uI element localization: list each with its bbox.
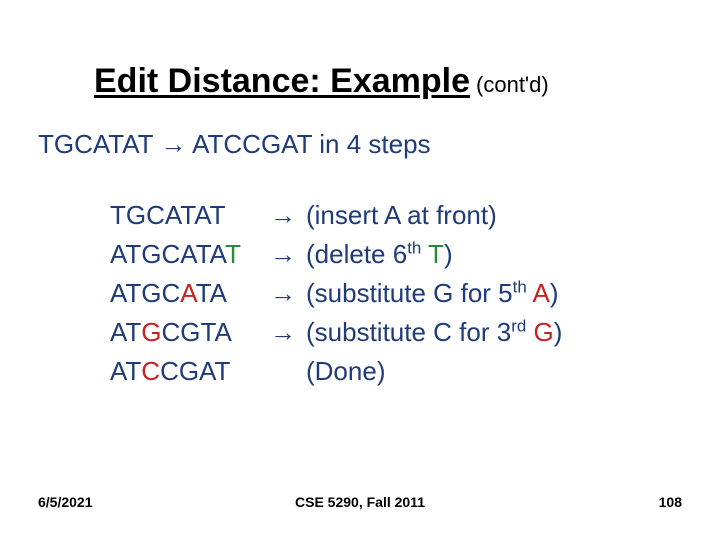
intro-tail: in 4 steps bbox=[319, 129, 430, 159]
desc-run: ) bbox=[554, 317, 563, 347]
arrow-icon: → bbox=[270, 313, 306, 352]
desc-run: (insert A at front) bbox=[306, 200, 497, 230]
arrow-icon bbox=[270, 352, 306, 391]
arrow-icon: → bbox=[270, 196, 306, 235]
step-row: ATGCGTA→(substitute C for 3rd G) bbox=[110, 313, 682, 352]
slide-title: Edit Distance: Example bbox=[94, 62, 470, 101]
desc-run: T bbox=[428, 239, 444, 269]
slide: Edit Distance: Example (cont'd) TGCATAT … bbox=[0, 0, 720, 540]
desc-run: ) bbox=[550, 278, 559, 308]
step-row: ATGCATAT→(delete 6th T) bbox=[110, 235, 682, 274]
slide-title-row: Edit Distance: Example (cont'd) bbox=[94, 62, 682, 101]
steps-list: TGCATAT→(insert A at front)ATGCATAT→(del… bbox=[110, 196, 682, 391]
step-description: (insert A at front) bbox=[306, 196, 682, 235]
desc-run: (Done) bbox=[306, 356, 385, 386]
slide-title-cont: (cont'd) bbox=[476, 72, 549, 98]
arrow-icon: → bbox=[270, 274, 306, 313]
step-description: (substitute C for 3rd G) bbox=[306, 313, 682, 352]
step-sequence: TGCATAT bbox=[110, 196, 270, 235]
seq-run: TA bbox=[196, 278, 227, 308]
step-sequence: ATCCGAT bbox=[110, 352, 270, 391]
seq-run: G bbox=[141, 317, 161, 347]
desc-run: th bbox=[407, 238, 421, 257]
intro-from: TGCATAT bbox=[38, 129, 153, 159]
step-description: (substitute G for 5th A) bbox=[306, 274, 682, 313]
intro-to: ATCCGAT bbox=[192, 129, 312, 159]
footer-course: CSE 5290, Fall 2011 bbox=[295, 494, 425, 510]
step-row: ATCCGAT (Done) bbox=[110, 352, 682, 391]
seq-run: AT bbox=[110, 356, 141, 386]
footer-date: 6/5/2021 bbox=[38, 494, 93, 510]
desc-run: (delete 6 bbox=[306, 239, 407, 269]
step-sequence: ATGCATAT bbox=[110, 235, 270, 274]
step-description: (delete 6th T) bbox=[306, 235, 682, 274]
seq-run: A bbox=[180, 278, 195, 308]
desc-run: rd bbox=[511, 316, 526, 335]
desc-run: A bbox=[533, 278, 550, 308]
step-sequence: ATGCATA bbox=[110, 274, 270, 313]
desc-run: (substitute G for 5 bbox=[306, 278, 513, 308]
seq-run: CGTA bbox=[162, 317, 232, 347]
desc-run: (substitute C for 3 bbox=[306, 317, 511, 347]
step-sequence: ATGCGTA bbox=[110, 313, 270, 352]
desc-run: ) bbox=[444, 239, 453, 269]
seq-run: ATGC bbox=[110, 278, 180, 308]
seq-run: C bbox=[141, 356, 160, 386]
footer-page: 108 bbox=[659, 494, 682, 510]
step-description: (Done) bbox=[306, 352, 682, 391]
seq-run: CGAT bbox=[160, 356, 230, 386]
seq-run: ATGCATA bbox=[110, 239, 225, 269]
intro-line: TGCATAT → ATCCGAT in 4 steps bbox=[38, 129, 682, 160]
step-row: TGCATAT →(insert A at front) bbox=[110, 196, 682, 235]
desc-run: G bbox=[533, 317, 553, 347]
step-row: ATGCATA→(substitute G for 5th A) bbox=[110, 274, 682, 313]
footer: 6/5/2021 CSE 5290, Fall 2011 108 bbox=[0, 494, 720, 510]
seq-run: AT bbox=[110, 317, 141, 347]
seq-run: TGCATAT bbox=[110, 200, 226, 230]
arrow-icon: → bbox=[160, 129, 186, 159]
desc-run: th bbox=[513, 277, 527, 296]
arrow-icon: → bbox=[270, 235, 306, 274]
seq-run: T bbox=[225, 239, 241, 269]
